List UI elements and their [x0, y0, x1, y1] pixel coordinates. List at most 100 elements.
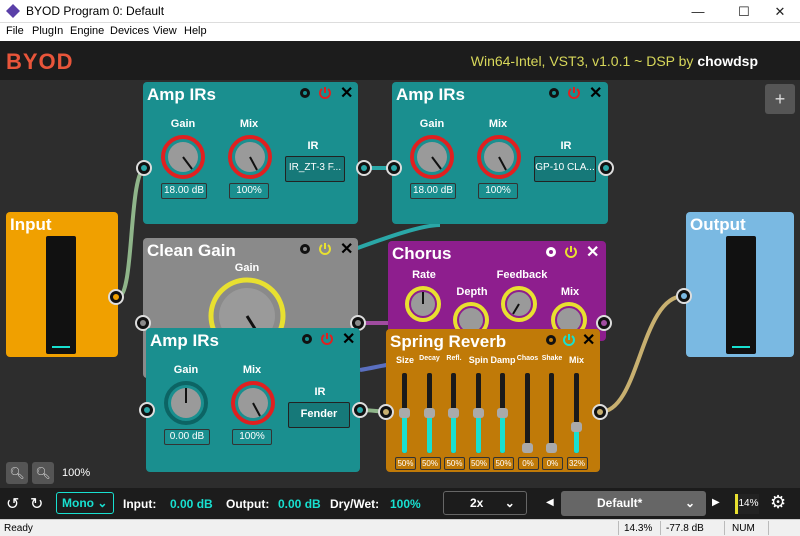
ir-selector[interactable]: IR_ZT-3 F...	[285, 156, 345, 182]
reverb-slider[interactable]	[423, 373, 435, 453]
add-processor-button[interactable]: +	[765, 84, 795, 114]
close-icon[interactable]: ✕	[582, 330, 595, 350]
reverb-slider-value[interactable]: 50%	[419, 457, 441, 470]
reverb-slider[interactable]	[570, 373, 582, 453]
reverb-slider-thumb[interactable]	[448, 408, 459, 418]
amp-irs-3-output-port[interactable]	[352, 402, 368, 418]
spring-reverb-input-port[interactable]	[378, 404, 394, 420]
chorus-output-port[interactable]	[596, 315, 612, 331]
reverb-slider[interactable]	[521, 373, 533, 453]
reverb-slider[interactable]	[546, 373, 557, 453]
input-output-port[interactable]	[108, 289, 124, 305]
amp-irs-module-2[interactable]: Amp IRs ✕ Gain 18.00 dB Mix 100% IR GP-1…	[392, 82, 608, 224]
mix-knob[interactable]	[476, 134, 522, 180]
mix-value[interactable]: 100%	[232, 429, 272, 445]
preset-select[interactable]: Default* ⌄	[561, 491, 706, 516]
reverb-slider-value[interactable]: 0%	[517, 457, 539, 470]
gain-knob[interactable]	[160, 134, 206, 180]
reverb-slider-value[interactable]: 32%	[566, 457, 588, 470]
spring-reverb-output-port[interactable]	[592, 404, 608, 420]
amp-irs-module-3[interactable]: Amp IRs ✕ Gain 0.00 dB Mix 100% IR Fende…	[146, 328, 360, 472]
gear-icon[interactable]	[300, 332, 314, 346]
gear-icon[interactable]: ⚙	[770, 492, 786, 513]
minimize-button[interactable]: —	[681, 0, 715, 23]
gear-icon[interactable]	[544, 245, 558, 259]
reverb-slider-thumb[interactable]	[423, 408, 435, 418]
gear-icon[interactable]	[547, 86, 561, 100]
gain-value[interactable]: 18.00 dB	[161, 183, 207, 199]
mono-stereo-select[interactable]: Mono ⌄	[56, 492, 114, 514]
reverb-slider-value[interactable]: 0%	[542, 457, 563, 470]
output-module[interactable]: Output	[686, 212, 794, 357]
amp-irs-2-output-port[interactable]	[598, 160, 614, 176]
amp-irs-3-input-port[interactable]	[139, 402, 155, 418]
reverb-slider-thumb[interactable]	[570, 422, 582, 432]
chorus-module[interactable]: Chorus ✕ Rate Depth Feedback Mix	[388, 241, 606, 341]
reverb-slider-thumb[interactable]	[521, 443, 533, 453]
amp-irs-1-input-port[interactable]	[136, 160, 152, 176]
reverb-slider[interactable]	[448, 373, 459, 453]
ir-selector[interactable]: Fender	[288, 402, 350, 428]
feedback-knob[interactable]	[500, 285, 538, 323]
reverb-slider[interactable]	[399, 373, 410, 453]
menu-plugin[interactable]: PlugIn	[32, 25, 63, 37]
mix-value[interactable]: 100%	[229, 183, 269, 199]
mix-knob[interactable]	[227, 134, 273, 180]
gear-icon[interactable]	[298, 86, 312, 100]
reverb-slider-value[interactable]: 50%	[444, 457, 465, 470]
close-icon[interactable]: ✕	[586, 242, 599, 262]
power-icon[interactable]	[318, 242, 332, 256]
gear-icon[interactable]	[544, 333, 558, 347]
menu-devices[interactable]: Devices	[110, 25, 149, 37]
ir-selector[interactable]: GP-10 CLA...	[534, 156, 596, 182]
rate-knob[interactable]	[404, 285, 442, 323]
drywet-value[interactable]: 100%	[390, 497, 421, 511]
output-input-port[interactable]	[676, 288, 692, 304]
zoom-out-button[interactable]: 🔍︎	[32, 462, 54, 484]
reverb-slider-value[interactable]: 50%	[468, 457, 490, 470]
close-window-button[interactable]: ✕	[763, 0, 797, 23]
gain-value[interactable]: 0.00 dB	[164, 429, 210, 445]
next-preset-icon[interactable]: ▶	[712, 497, 720, 508]
gain-knob[interactable]	[409, 134, 455, 180]
power-icon[interactable]	[562, 333, 576, 347]
redo-icon[interactable]: ↻	[30, 494, 43, 514]
amp-irs-1-output-port[interactable]	[356, 160, 372, 176]
reverb-slider-thumb[interactable]	[497, 408, 508, 418]
close-icon[interactable]: ✕	[342, 329, 355, 349]
mix-knob[interactable]	[230, 380, 276, 426]
close-icon[interactable]: ✕	[340, 239, 353, 259]
reverb-slider-thumb[interactable]	[546, 443, 557, 453]
input-module[interactable]: Input	[6, 212, 118, 357]
maximize-button[interactable]: ☐	[727, 0, 761, 23]
power-icon[interactable]	[318, 86, 332, 100]
reverb-slider-value[interactable]: 50%	[395, 457, 416, 470]
amp-irs-2-input-port[interactable]	[386, 160, 402, 176]
reverb-slider[interactable]	[472, 373, 484, 453]
spring-reverb-module[interactable]: Spring Reverb ✕ Size 50% Decay 50% Refl. 50% S…	[386, 329, 600, 472]
menu-help[interactable]: Help	[184, 25, 207, 37]
menu-file[interactable]: File	[6, 25, 24, 37]
reverb-slider-value[interactable]: 50%	[493, 457, 514, 470]
reverb-slider[interactable]	[497, 373, 508, 453]
menu-engine[interactable]: Engine	[70, 25, 104, 37]
oversampling-select[interactable]: 2x ⌄	[443, 491, 527, 515]
gain-value[interactable]: 18.00 dB	[410, 183, 456, 199]
gain-knob[interactable]	[163, 380, 209, 426]
power-icon[interactable]	[564, 245, 578, 259]
close-icon[interactable]: ✕	[589, 83, 602, 103]
menu-view[interactable]: View	[153, 25, 177, 37]
zoom-in-button[interactable]: 🔍︎	[6, 462, 28, 484]
power-icon[interactable]	[320, 332, 334, 346]
close-icon[interactable]: ✕	[340, 83, 353, 103]
undo-icon[interactable]: ↺	[6, 494, 19, 514]
output-gain-value[interactable]: 0.00 dB	[278, 497, 321, 511]
power-icon[interactable]	[567, 86, 581, 100]
amp-irs-module-1[interactable]: Amp IRs ✕ Gain 18.00 dB Mix 100% IR IR_Z…	[143, 82, 358, 224]
input-gain-value[interactable]: 0.00 dB	[170, 497, 213, 511]
prev-preset-icon[interactable]: ◀	[546, 497, 554, 508]
gear-icon[interactable]	[298, 242, 312, 256]
mix-value[interactable]: 100%	[478, 183, 518, 199]
reverb-slider-thumb[interactable]	[472, 408, 484, 418]
reverb-slider-thumb[interactable]	[399, 408, 410, 418]
